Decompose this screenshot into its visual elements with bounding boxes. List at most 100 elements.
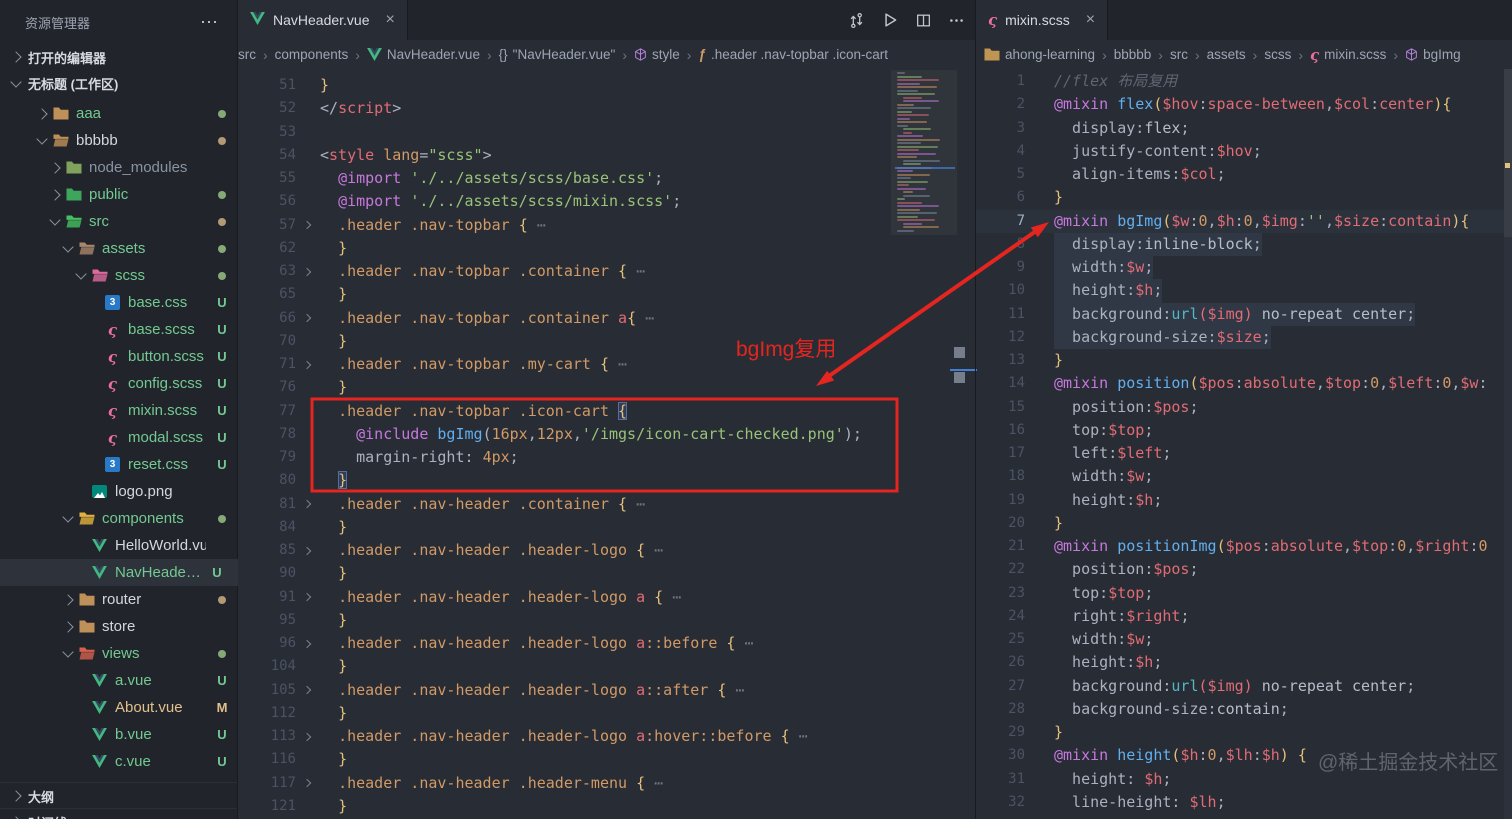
breadcrumb-item[interactable]: NavHeader.vue	[366, 47, 480, 62]
code-line-3[interactable]: 3 display:flex;	[976, 117, 1512, 140]
code-line-32[interactable]: 32 line-height: $lh;	[976, 791, 1512, 814]
more-actions-button[interactable]	[948, 12, 965, 29]
fold-toggle[interactable]	[296, 260, 318, 283]
tree-item-public[interactable]: public	[0, 181, 238, 208]
fold-toggle[interactable]	[296, 493, 318, 516]
breadcrumb-item[interactable]: bbbbb	[1114, 47, 1152, 62]
code-line-116[interactable]: 116 }	[238, 748, 975, 771]
tree-item-scss[interactable]: scss	[0, 262, 238, 289]
code-line-26[interactable]: 26 height:$h;	[976, 651, 1512, 674]
tree-item-bbbbb[interactable]: bbbbb	[0, 127, 238, 154]
code-line-27[interactable]: 27 background:url($img) no-repeat center…	[976, 675, 1512, 698]
code-editor-navheader[interactable]: 51} 52 </script> 53 54 <style lang="scss"> 55 …	[238, 69, 975, 819]
code-line-90[interactable]: 90 }	[238, 562, 975, 585]
section-workspace[interactable]: 无标题 (工作区)	[0, 70, 237, 96]
tree-item-base-css[interactable]: 3 base.css U	[0, 289, 238, 316]
fold-toggle[interactable]	[296, 307, 318, 330]
code-line-53[interactable]: 53	[238, 121, 975, 144]
code-line-12[interactable]: 12 background-size:$size;	[976, 325, 1512, 349]
code-line-71[interactable]: 71 .header .nav-topbar .my-cart { ⋯	[238, 353, 975, 376]
code-line-17[interactable]: 17 left:$left;	[976, 442, 1512, 465]
section-outline[interactable]: 大纲	[0, 782, 237, 809]
breadcrumb-item[interactable]: ς mixin.scss	[1310, 46, 1386, 64]
code-line-79[interactable]: 79 margin-right: 4px;	[238, 446, 975, 469]
breadcrumb-item[interactable]: ƒ .header .nav-topbar .icon-cart	[698, 47, 888, 62]
tree-item-router[interactable]: router	[0, 586, 238, 613]
fold-toggle[interactable]	[296, 586, 318, 609]
code-line-112[interactable]: 112 }	[238, 702, 975, 725]
close-icon[interactable]: ×	[386, 11, 395, 29]
code-line-8[interactable]: 8 display:inline-block;	[976, 232, 1512, 256]
code-line-1[interactable]: 1 //flex 布局复用	[976, 70, 1512, 93]
tree-item-aaa[interactable]: aaa	[0, 100, 238, 127]
code-line-80[interactable]: 80 }	[238, 469, 975, 492]
tree-item-views[interactable]: views	[0, 640, 238, 667]
code-line-121[interactable]: 121 }	[238, 795, 975, 818]
code-line-113[interactable]: 113 .header .nav-header .header-logo a:h…	[238, 725, 975, 748]
fold-toggle[interactable]	[296, 679, 318, 702]
open-changes-button[interactable]	[848, 12, 865, 29]
code-line-9[interactable]: 9 width:$w;	[976, 256, 1512, 280]
code-line-105[interactable]: 105 .header .nav-header .header-logo a::…	[238, 679, 975, 702]
code-line-52[interactable]: 52 </script>	[238, 97, 975, 120]
code-line-19[interactable]: 19 height:$h;	[976, 489, 1512, 512]
tab-navheader-vue[interactable]: NavHeader.vue ×	[238, 0, 408, 40]
fold-toggle[interactable]	[296, 539, 318, 562]
tree-item-about-vue[interactable]: About.vue M	[0, 694, 238, 721]
breadcrumb-item[interactable]: ahong-learning	[984, 47, 1095, 62]
code-line-84[interactable]: 84 }	[238, 516, 975, 539]
code-line-5[interactable]: 5 align-items:$col;	[976, 163, 1512, 186]
breadcrumb-item[interactable]: src	[1170, 47, 1188, 62]
code-line-4[interactable]: 4 justify-content:$hov;	[976, 140, 1512, 163]
section-timeline[interactable]: 时间线	[0, 808, 237, 819]
code-line-18[interactable]: 18 width:$w;	[976, 465, 1512, 488]
code-line-77[interactable]: 77 .header .nav-topbar .icon-cart {	[238, 400, 975, 423]
tree-item-node-modules[interactable]: node_modules	[0, 154, 238, 181]
code-line-56[interactable]: 56 @import './../assets/scss/mixin.scss'…	[238, 190, 975, 213]
run-button[interactable]	[881, 11, 899, 29]
code-line-25[interactable]: 25 width:$w;	[976, 628, 1512, 651]
code-line-51[interactable]: 51}	[238, 74, 975, 97]
tree-item-a-vue[interactable]: a.vue U	[0, 667, 238, 694]
code-line-21[interactable]: 21 @mixin positionImg($pos:absolute,$top:…	[976, 535, 1512, 558]
minimap[interactable]	[1504, 69, 1512, 819]
code-line-7[interactable]: 7 @mixin bgImg($w:0,$h:0,$img:'',$size:co…	[976, 209, 1512, 233]
tree-item-assets[interactable]: assets	[0, 235, 238, 262]
tree-item-mixin-scss[interactable]: ς mixin.scss U	[0, 397, 238, 424]
code-line-23[interactable]: 23 top:$top;	[976, 582, 1512, 605]
tree-item-c-vue[interactable]: c.vue U	[0, 748, 238, 775]
breadcrumb-item[interactable]: {} "NavHeader.vue"	[499, 47, 616, 62]
code-line-6[interactable]: 6}	[976, 186, 1512, 209]
code-line-16[interactable]: 16 top:$top;	[976, 419, 1512, 442]
code-line-63[interactable]: 63 .header .nav-topbar .container { ⋯	[238, 260, 975, 283]
code-line-85[interactable]: 85 .header .nav-header .header-logo { ⋯	[238, 539, 975, 562]
code-line-30[interactable]: 30 @mixin height($h:0,$lh:$h) {	[976, 744, 1512, 767]
tab-mixin-scss[interactable]: ς mixin.scss ×	[976, 0, 1109, 40]
code-line-70[interactable]: 70 }	[238, 330, 975, 353]
code-line-65[interactable]: 65 }	[238, 283, 975, 306]
explorer-more-actions-icon[interactable]: ⋯	[200, 12, 219, 33]
tree-item-components[interactable]: components	[0, 505, 238, 532]
tree-item-base-scss[interactable]: ς base.scss U	[0, 316, 238, 343]
code-line-57[interactable]: 57 .header .nav-topbar { ⋯	[238, 214, 975, 237]
code-line-76[interactable]: 76 }	[238, 376, 975, 399]
tree-item-config-scss[interactable]: ς config.scss U	[0, 370, 238, 397]
tree-item-button-scss[interactable]: ς button.scss U	[0, 343, 238, 370]
tree-item-reset-css[interactable]: 3 reset.css U	[0, 451, 238, 478]
section-open-editors[interactable]: 打开的编辑器	[0, 44, 237, 70]
breadcrumb-item[interactable]: src	[238, 47, 256, 62]
tree-item-home-vue[interactable]: Home.vueM	[0, 775, 238, 782]
code-line-28[interactable]: 28 background-size:contain;	[976, 698, 1512, 721]
code-line-2[interactable]: 2 @mixin flex($hov:space-between,$col:cen…	[976, 93, 1512, 116]
code-line-96[interactable]: 96 .header .nav-header .header-logo a::b…	[238, 632, 975, 655]
code-line-117[interactable]: 117 .header .nav-header .header-menu { ⋯	[238, 772, 975, 795]
minimap-slider[interactable]	[1504, 69, 1512, 237]
fold-toggle[interactable]	[296, 772, 318, 795]
tree-item-src[interactable]: src	[0, 208, 238, 235]
code-line-66[interactable]: 66 .header .nav-topbar .container a{ ⋯	[238, 307, 975, 330]
code-line-29[interactable]: 29}	[976, 721, 1512, 744]
code-line-55[interactable]: 55 @import './../assets/scss/base.css';	[238, 167, 975, 190]
code-line-22[interactable]: 22 position:$pos;	[976, 558, 1512, 581]
tree-item-b-vue[interactable]: b.vue U	[0, 721, 238, 748]
code-line-13[interactable]: 13}	[976, 349, 1512, 372]
